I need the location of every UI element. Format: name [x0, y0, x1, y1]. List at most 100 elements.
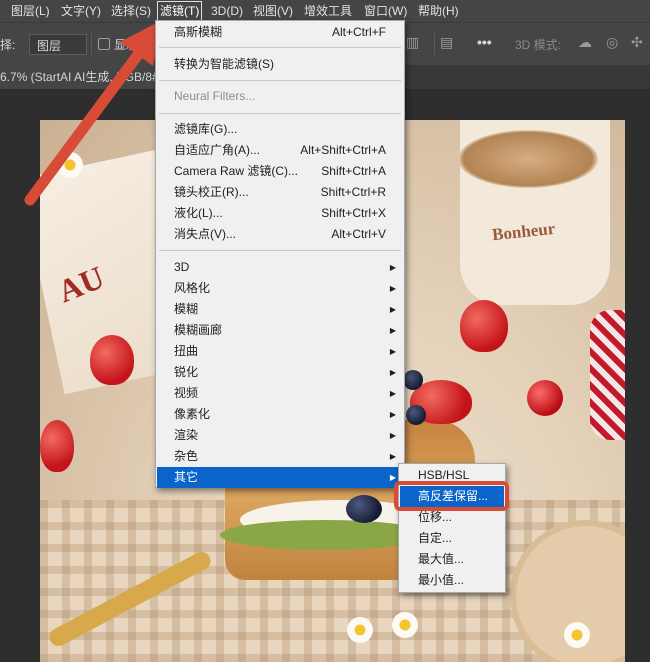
menu-item-adaptive-wide-angle[interactable]: 自适应广角(A)... Alt+Shift+Ctrl+A [157, 140, 403, 161]
menu-item-pixelate[interactable]: 像素化 ▶ [157, 404, 403, 425]
divider [434, 33, 435, 55]
menu-divider [159, 113, 401, 114]
menu-item-label: 渲染 [174, 428, 199, 442]
menu-item-3d[interactable]: 3D ▶ [157, 257, 403, 278]
menu-item-label: 液化(L)... [174, 206, 223, 220]
callout-highlight-box [394, 481, 509, 511]
blueberry [346, 495, 382, 523]
strawberry [460, 300, 508, 352]
menubar: 图层(L) 文字(Y) 选择(S) 滤镜(T) 3D(D) 视图(V) 增效工具… [0, 0, 650, 22]
menu-item-label: 自定... [418, 531, 453, 545]
menu-item-label: 锐化 [174, 365, 199, 379]
daisy [55, 150, 85, 180]
menu-divider [159, 80, 401, 81]
chevron-down-icon: ⌄ [37, 36, 46, 47]
daisy [562, 620, 592, 650]
filter-menu: 高斯模糊 Alt+Ctrl+F 转换为智能滤镜(S) Neural Filter… [155, 20, 405, 488]
submenu-arrow-icon: ▶ [389, 368, 396, 377]
menu-item-label: 滤镜库(G)... [174, 122, 238, 136]
show-checkbox-label: 显示 [114, 38, 139, 52]
menu-item-shortcut: Shift+Ctrl+A [321, 164, 386, 178]
menu-item-camera-raw[interactable]: Camera Raw 滤镜(C)... Shift+Ctrl+A [157, 161, 403, 182]
menu-item-liquify[interactable]: 液化(L)... Shift+Ctrl+X [157, 203, 403, 224]
blueberry [403, 370, 423, 390]
menu-item-lens-correction[interactable]: 镜头校正(R)... Shift+Ctrl+R [157, 182, 403, 203]
menu-item-gaussian-blur[interactable]: 高斯模糊 Alt+Ctrl+F [157, 22, 403, 43]
menu-item-label: 3D [174, 260, 190, 274]
menu-item-shortcut: Shift+Ctrl+R [320, 185, 386, 199]
blueberry [406, 405, 426, 425]
menu-item-shortcut: Alt+Ctrl+V [331, 227, 386, 241]
strawberry [40, 420, 74, 472]
submenu-arrow-icon: ▶ [389, 305, 396, 314]
menu-item-label: 消失点(V)... [174, 227, 236, 241]
menu-window[interactable]: 窗口(W) [362, 2, 409, 20]
menu-item-other[interactable]: 其它 ▶ [157, 467, 403, 488]
submenu-arrow-icon: ▶ [389, 284, 396, 293]
submenu-arrow-icon: ▶ [389, 326, 396, 335]
menu-item-neural-filters[interactable]: Neural Filters... [157, 86, 403, 107]
menu-plugins[interactable]: 增效工具 [302, 2, 354, 20]
menu-item-shortcut: Shift+Ctrl+X [321, 206, 386, 220]
menu-3d[interactable]: 3D(D) [209, 2, 245, 20]
menu-item-filter-gallery[interactable]: 滤镜库(G)... [157, 119, 403, 140]
submenu-arrow-icon: ▶ [389, 389, 396, 398]
submenu-item-custom[interactable]: 自定... [400, 528, 504, 549]
menu-item-label: Camera Raw 滤镜(C)... [174, 164, 299, 178]
menu-item-distort[interactable]: 扭曲 ▶ [157, 341, 403, 362]
more-dots-icon[interactable]: ••• [477, 34, 492, 50]
menu-layer[interactable]: 图层(L) [9, 2, 52, 20]
menu-item-label: Neural Filters... [174, 89, 256, 103]
menu-item-noise[interactable]: 杂色 ▶ [157, 446, 403, 467]
daisy [345, 615, 375, 645]
menu-item-label: 镜头校正(R)... [174, 185, 249, 199]
menu-item-label: 最大值... [418, 552, 465, 566]
menu-item-label: 其它 [174, 470, 199, 484]
menu-item-convert-smart-filter[interactable]: 转换为智能滤镜(S) [157, 54, 403, 75]
roll-icon[interactable]: ◎ [606, 34, 618, 51]
menu-item-label: 扭曲 [174, 344, 199, 358]
menu-filter[interactable]: 滤镜(T) [157, 1, 203, 21]
align-icon[interactable]: ▥ [406, 34, 419, 51]
daisy [390, 610, 420, 640]
orbit-icon[interactable]: ☁ [578, 34, 592, 51]
submenu-arrow-icon: ▶ [389, 410, 396, 419]
menu-item-blur[interactable]: 模糊 ▶ [157, 299, 403, 320]
menu-item-video[interactable]: 视频 ▶ [157, 383, 403, 404]
menu-item-label: 风格化 [174, 281, 211, 295]
distribute-icon[interactable]: ▤ [440, 34, 453, 51]
menu-item-label: 自适应广角(A)... [174, 143, 260, 157]
menu-help[interactable]: 帮助(H) [416, 2, 461, 20]
submenu-item-maximum[interactable]: 最大值... [400, 549, 504, 570]
menu-item-blur-gallery[interactable]: 模糊画廊 ▶ [157, 320, 403, 341]
pan-icon[interactable]: ✣ [631, 34, 643, 51]
menu-item-label: 转换为智能滤镜(S) [174, 57, 274, 71]
coffee [458, 130, 598, 188]
3d-mode-label: 3D 模式: [515, 38, 562, 52]
menu-select[interactable]: 选择(S) [109, 2, 153, 20]
menu-type[interactable]: 文字(Y) [59, 2, 103, 20]
jam-jar [590, 310, 625, 440]
menu-item-label: 高斯模糊 [174, 25, 223, 39]
select-label: 择: [0, 38, 16, 52]
submenu-arrow-icon: ▶ [389, 347, 396, 356]
menu-item-shortcut: Alt+Shift+Ctrl+A [300, 143, 386, 157]
layer-select[interactable]: 图层 ⌄ [29, 34, 87, 55]
menu-item-label: 最小值... [418, 573, 465, 587]
submenu-arrow-icon: ▶ [389, 263, 396, 272]
menu-item-sharpen[interactable]: 锐化 ▶ [157, 362, 403, 383]
menu-item-stylize[interactable]: 风格化 ▶ [157, 278, 403, 299]
menu-divider [159, 47, 401, 48]
menu-item-shortcut: Alt+Ctrl+F [331, 25, 386, 39]
menu-view[interactable]: 视图(V) [251, 2, 295, 20]
menu-item-label: 杂色 [174, 449, 199, 463]
document-tab[interactable]: 6.7% (StartAI AI生成, RGB/8#) [0, 65, 169, 89]
menu-item-label: 视频 [174, 386, 199, 400]
menu-item-render[interactable]: 渲染 ▶ [157, 425, 403, 446]
cherry [527, 380, 563, 416]
show-checkbox[interactable] [98, 38, 110, 50]
menu-item-vanishing-point[interactable]: 消失点(V)... Alt+Ctrl+V [157, 224, 403, 245]
submenu-item-minimum[interactable]: 最小值... [400, 570, 504, 591]
divider [91, 33, 92, 55]
strawberry [90, 335, 134, 385]
